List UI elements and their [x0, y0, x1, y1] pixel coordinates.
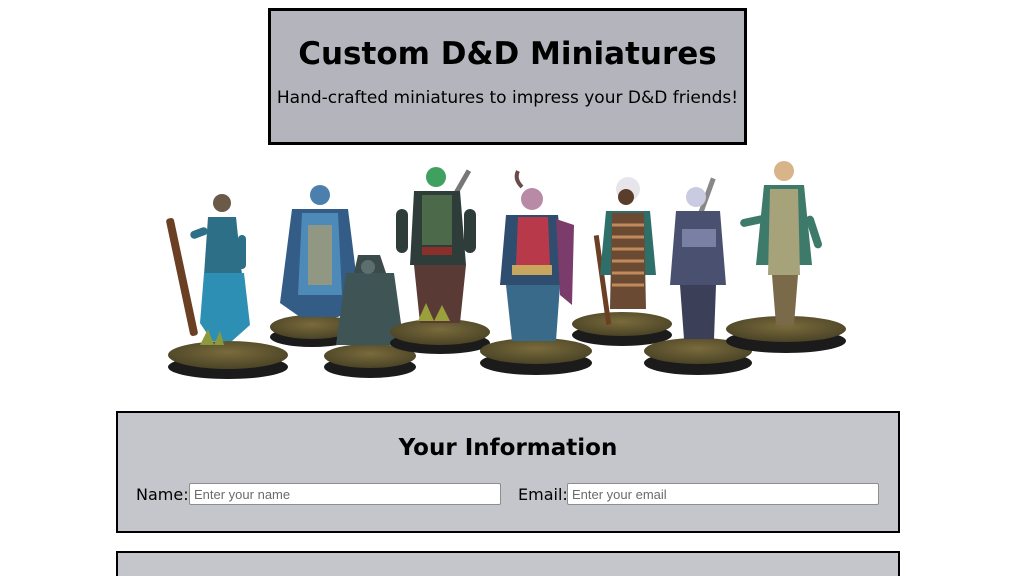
section-title: Your Information: [398, 435, 618, 461]
your-information-section: Your Information Name: Email:: [116, 411, 900, 533]
miniature-figure: [166, 194, 288, 379]
next-section: [116, 551, 900, 576]
miniature-figure: [726, 161, 846, 353]
page-subtitle: Hand-crafted miniatures to impress your …: [276, 88, 739, 108]
miniature-figure: [572, 177, 672, 346]
email-input[interactable]: [567, 483, 879, 505]
miniature-figure: [480, 170, 592, 375]
name-label: Name:: [136, 485, 189, 504]
hero-image: [166, 161, 846, 379]
header-banner: Custom D&D Miniatures Hand-crafted minia…: [268, 8, 747, 145]
miniature-figure: [390, 167, 490, 354]
name-input[interactable]: [189, 483, 501, 505]
page: Custom D&D Miniatures Hand-crafted minia…: [0, 0, 1024, 576]
page-title: Custom D&D Miniatures: [298, 36, 717, 72]
email-label: Email:: [518, 485, 568, 504]
